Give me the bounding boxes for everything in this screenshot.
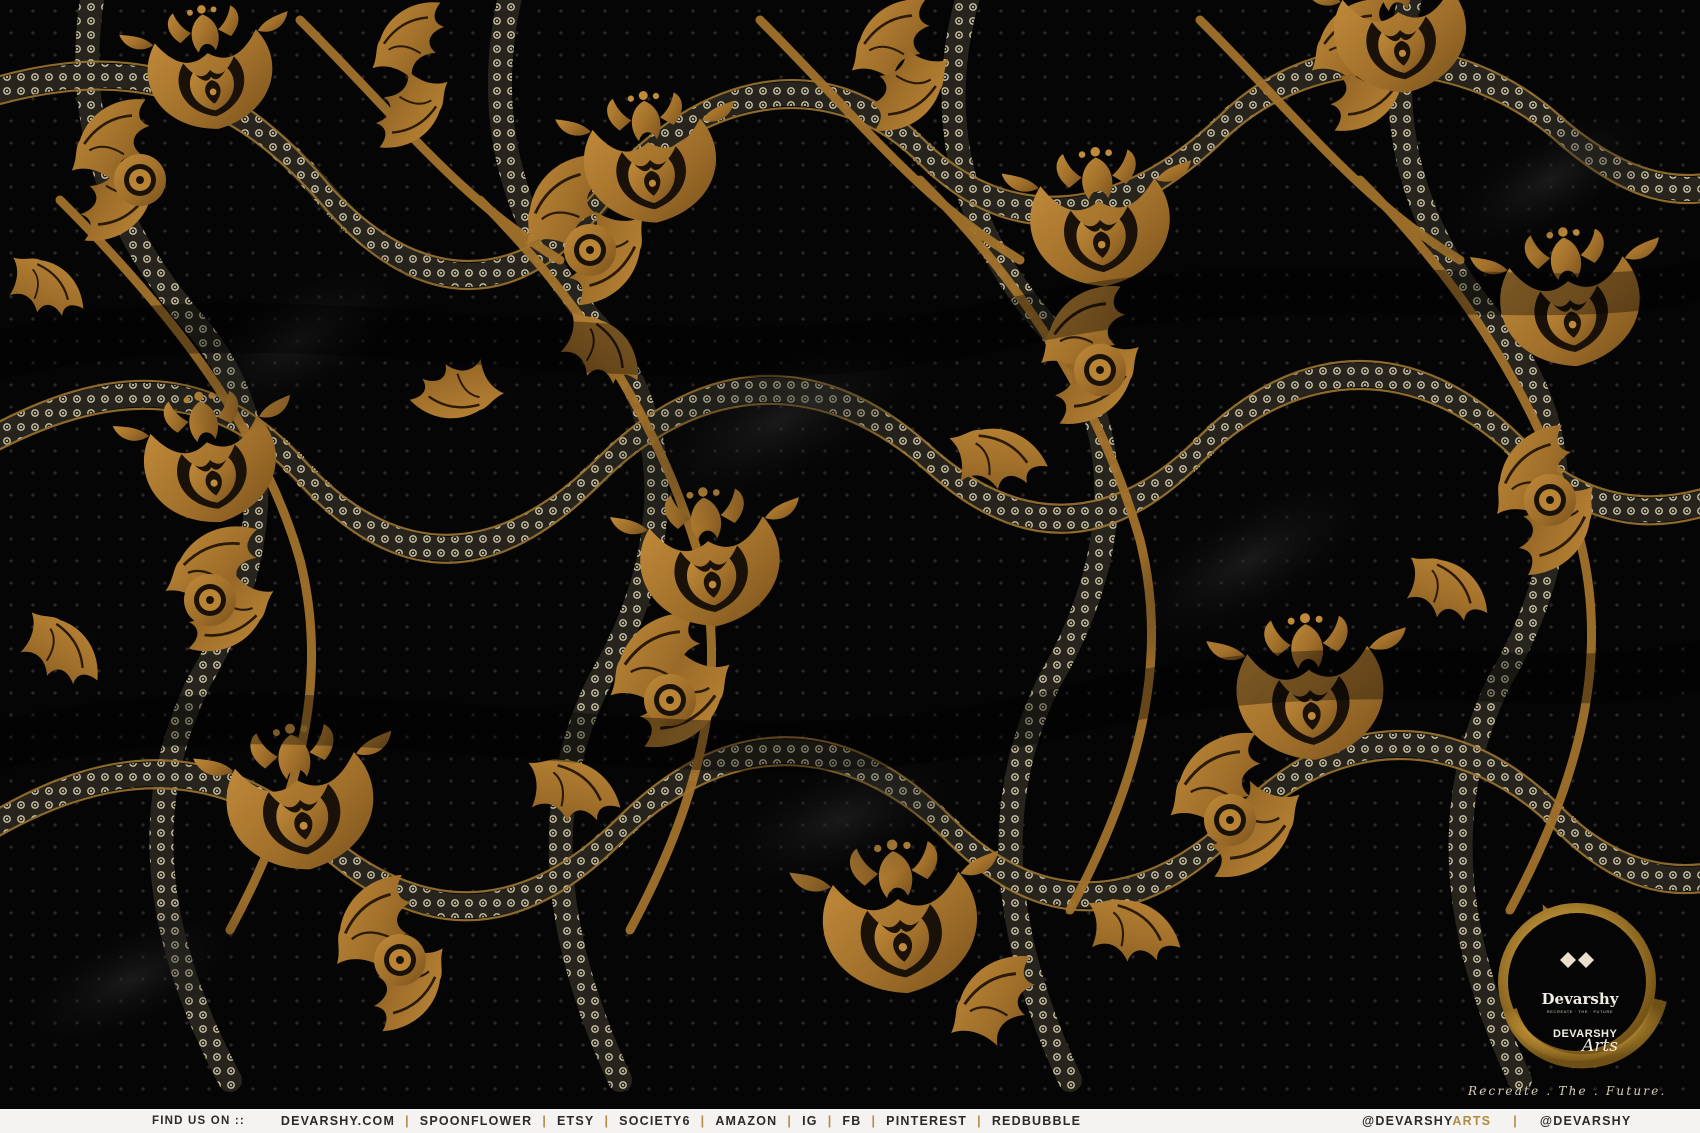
link-redbubble[interactable]: REDBUBBLE xyxy=(992,1114,1081,1128)
link-fb[interactable]: FB xyxy=(842,1114,861,1128)
damask-fabric xyxy=(0,0,1700,1133)
find-us-label: FIND US ON :: xyxy=(152,1115,245,1127)
separator: | xyxy=(405,1114,410,1128)
tagline: Recreate . The . Future. xyxy=(1468,1084,1667,1098)
separator: | xyxy=(542,1114,548,1128)
separator: | xyxy=(871,1114,877,1128)
separator: | xyxy=(787,1114,793,1128)
handle-part-a: @DEVARSHY xyxy=(1362,1114,1453,1128)
handle-part-b: ARTS xyxy=(1452,1114,1492,1128)
link-devarshy-com[interactable]: DEVARSHY.COM xyxy=(281,1114,395,1128)
link-spoonflower[interactable]: SPOONFLOWER xyxy=(420,1114,533,1128)
link-ig[interactable]: IG xyxy=(802,1114,818,1128)
link-society6[interactable]: SOCIETY6 xyxy=(619,1114,690,1128)
footer-bar: FIND US ON :: DEVARSHY.COM | SPOONFLOWER… xyxy=(0,1109,1700,1133)
handle-devarshy[interactable]: @DEVARSHY xyxy=(1540,1114,1632,1128)
logo-subtitle: RECREATE · THE · FUTURE xyxy=(1546,1009,1614,1014)
logo-name: Devarshy xyxy=(1541,990,1619,1008)
link-amazon[interactable]: AMAZON xyxy=(715,1114,777,1128)
separator: | xyxy=(1513,1114,1518,1128)
handle-devarshyarts[interactable]: @DEVARSHYARTS xyxy=(1362,1114,1491,1128)
link-etsy[interactable]: ETSY xyxy=(557,1114,594,1128)
logo-script: Arts xyxy=(1582,1036,1618,1056)
link-pinterest[interactable]: PINTEREST xyxy=(886,1114,967,1128)
fabric-pattern-image xyxy=(0,0,1700,1133)
separator: | xyxy=(604,1114,610,1128)
separator: | xyxy=(700,1114,706,1128)
separator: | xyxy=(977,1114,982,1128)
separator: | xyxy=(827,1114,833,1128)
social-handles: @DEVARSHYARTS | @DEVARSHY xyxy=(1362,1109,1631,1133)
